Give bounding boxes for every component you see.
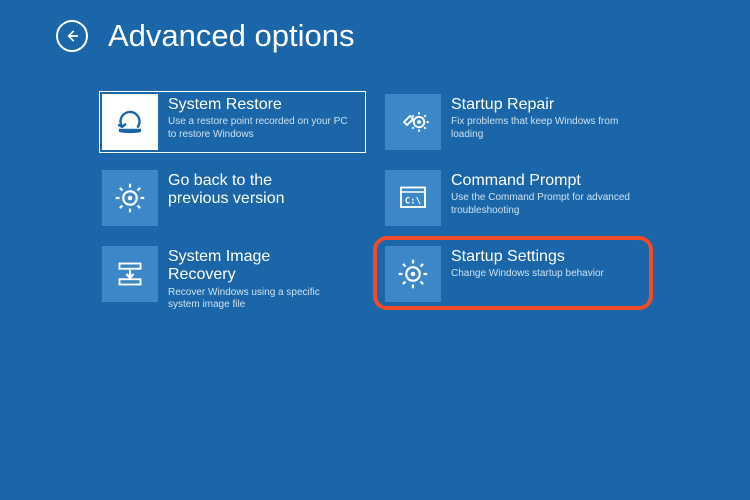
gear-icon xyxy=(395,256,431,292)
tile-command-prompt[interactable]: C:\ Command Prompt Use the Command Promp… xyxy=(383,168,648,228)
image-recovery-icon xyxy=(112,256,148,292)
back-button[interactable] xyxy=(56,20,88,52)
tile-title: System Restore xyxy=(168,96,353,114)
tile-title: Go back to the previous version xyxy=(168,172,318,209)
tile-desc: Change Windows startup behavior xyxy=(451,268,604,281)
tile-desc: Fix problems that keep Windows from load… xyxy=(451,116,636,141)
tile-system-restore[interactable]: System Restore Use a restore point recor… xyxy=(100,92,365,152)
tile-desc: Use a restore point recorded on your PC … xyxy=(168,116,353,141)
tile-go-back[interactable]: Go back to the previous version xyxy=(100,168,365,228)
page-title: Advanced options xyxy=(108,18,354,54)
tile-title: Startup Repair xyxy=(451,96,636,114)
tile-startup-settings[interactable]: Startup Settings Change Windows startup … xyxy=(383,244,648,314)
restore-icon xyxy=(111,103,149,141)
gear-icon xyxy=(112,180,148,216)
tile-system-image-recovery[interactable]: System Image Recovery Recover Windows us… xyxy=(100,244,365,314)
terminal-icon: C:\ xyxy=(395,180,431,216)
tile-desc: Use the Command Prompt for advanced trou… xyxy=(451,192,636,217)
options-grid: System Restore Use a restore point recor… xyxy=(100,92,648,314)
tile-startup-repair[interactable]: Startup Repair Fix problems that keep Wi… xyxy=(383,92,648,152)
wrench-gear-icon xyxy=(395,104,431,140)
tile-title: System Image Recovery xyxy=(168,248,298,285)
tile-title: Startup Settings xyxy=(451,248,604,266)
tile-title: Command Prompt xyxy=(451,172,636,190)
back-arrow-icon xyxy=(64,28,80,44)
tile-desc: Recover Windows using a specific system … xyxy=(168,287,353,312)
svg-text:C:\: C:\ xyxy=(405,196,421,206)
